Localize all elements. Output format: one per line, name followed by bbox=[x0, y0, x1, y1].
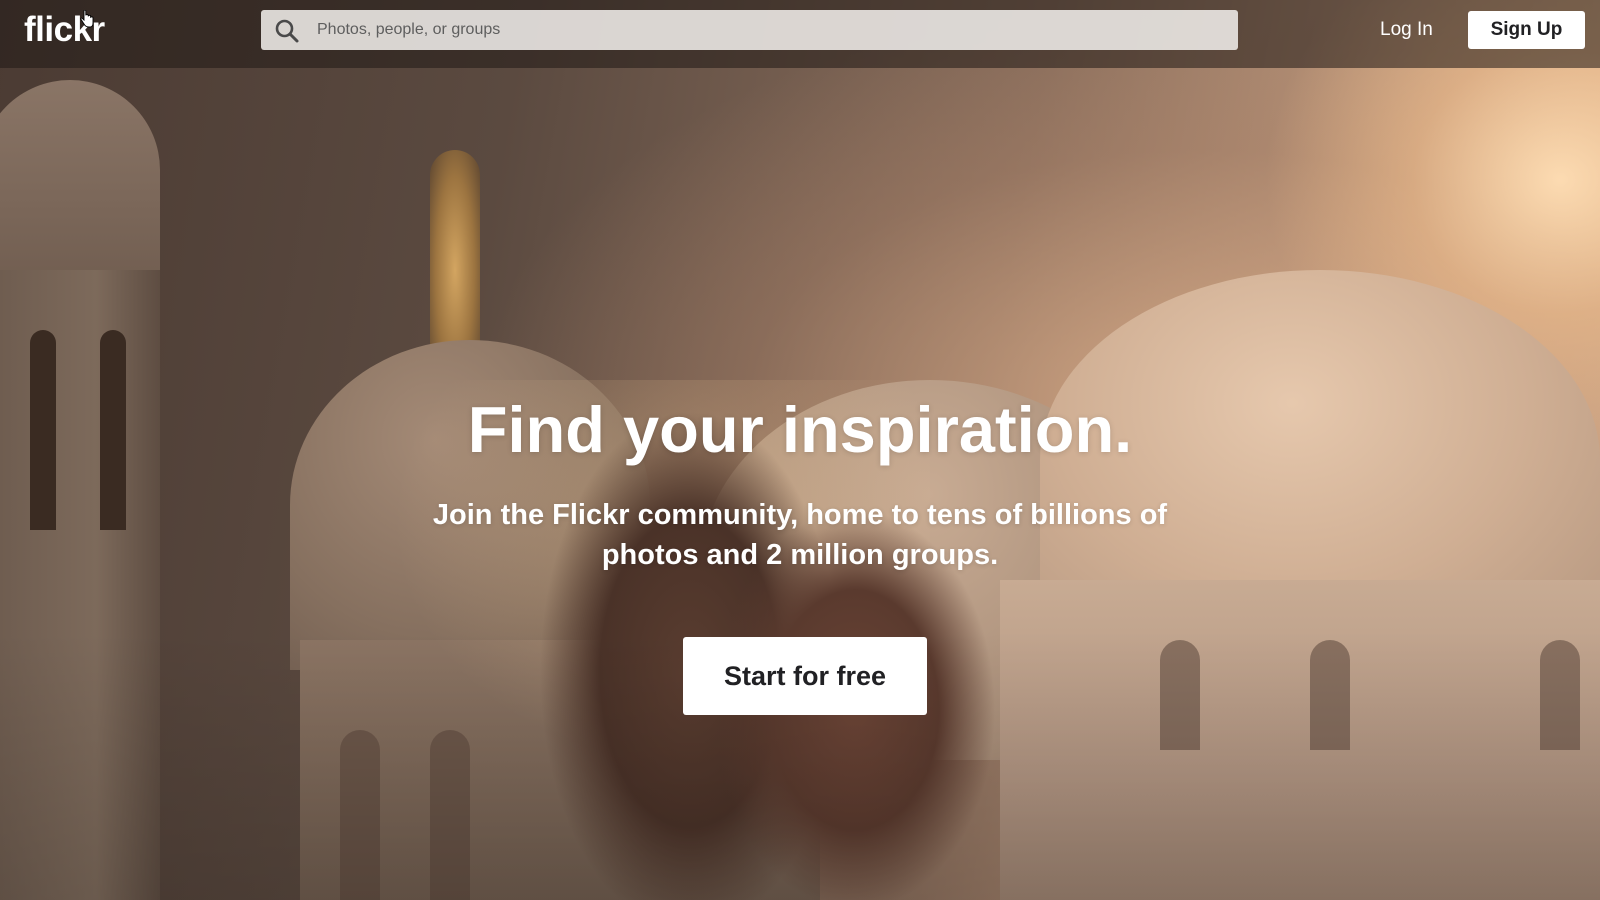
page: flickr Log In Sign Up Find your inspirat… bbox=[0, 0, 1600, 900]
signup-button[interactable]: Sign Up bbox=[1468, 11, 1585, 49]
hero-subtitle: Join the Flickr community, home to tens … bbox=[400, 495, 1200, 575]
hero-subtitle-line1: Join the Flickr community, home to tens … bbox=[432, 499, 1168, 531]
hero-title: Find your inspiration. bbox=[467, 393, 1133, 466]
login-link[interactable]: Log In bbox=[1380, 18, 1433, 42]
hand-cursor-icon bbox=[80, 10, 94, 28]
start-for-free-button[interactable]: Start for free bbox=[683, 637, 927, 715]
search-icon[interactable] bbox=[274, 18, 300, 44]
search-bar bbox=[261, 10, 1238, 50]
hero-subtitle-line2: photos and 2 million groups. bbox=[601, 539, 999, 571]
search-input[interactable] bbox=[317, 10, 1217, 50]
top-header: flickr Log In Sign Up bbox=[0, 0, 1600, 68]
